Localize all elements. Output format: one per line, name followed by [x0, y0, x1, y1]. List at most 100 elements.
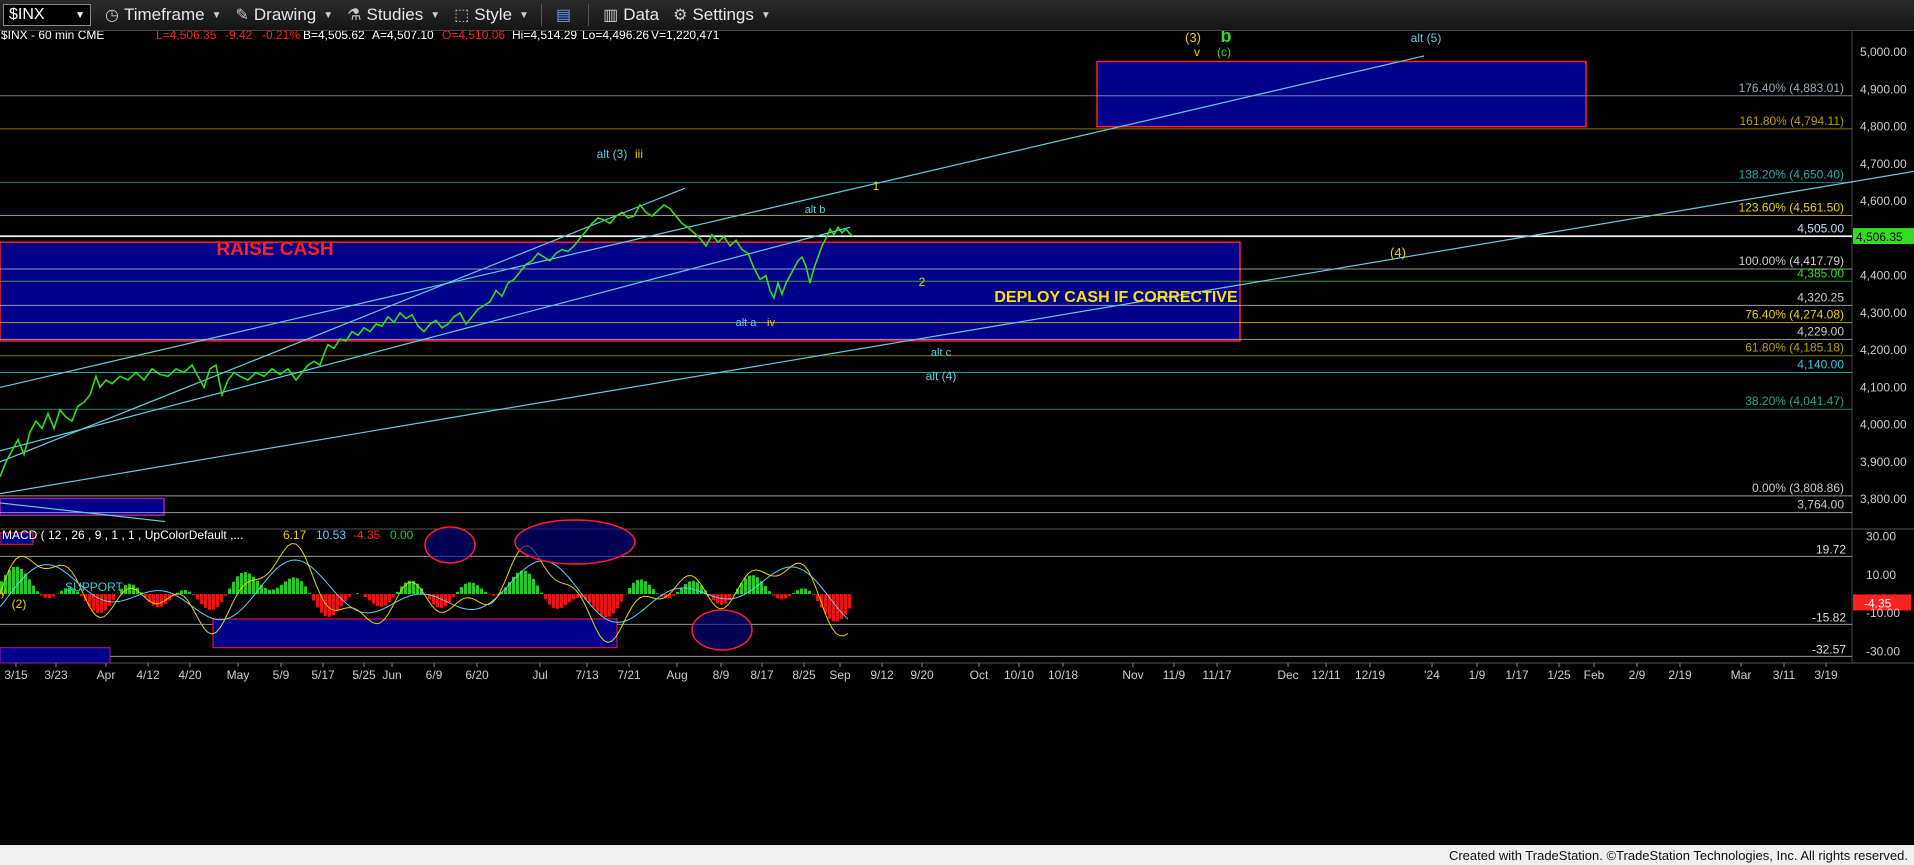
style-icon: ⬚ — [454, 7, 470, 24]
macd-histogram-bar — [328, 594, 331, 617]
data-menu[interactable]: ▥ Data — [603, 5, 659, 25]
macd-histogram-bar — [200, 594, 203, 605]
x-tick-label: Mar — [1731, 668, 1752, 682]
macd-histogram-bar — [188, 591, 191, 595]
level-label: 123.60% (4,561.50) — [1739, 201, 1844, 215]
header-field: V=1,220,471 — [651, 31, 720, 42]
macd-level-label: -32.57 — [1812, 642, 1846, 656]
macd-histogram-bar — [752, 575, 755, 595]
macd-histogram-bar — [380, 594, 383, 607]
macd-histogram-bar — [112, 594, 115, 601]
macd-histogram-bar — [100, 594, 103, 613]
chevron-down-icon: ▼ — [75, 9, 85, 21]
x-tick-label: Aug — [666, 668, 687, 682]
macd-histogram-bar — [384, 594, 387, 606]
x-tick-label: 9/12 — [870, 668, 894, 682]
price-chart[interactable]: 176.40% (4,883.01)161.80% (4,794.11)138.… — [0, 31, 1914, 846]
macd-histogram-bar — [800, 588, 803, 595]
timeframe-menu[interactable]: ◷ Timeframe ▼ — [105, 5, 221, 25]
macd-histogram-bar — [252, 576, 255, 595]
settings-label: Settings — [692, 5, 754, 24]
target-zone-box — [1096, 60, 1587, 128]
macd-box — [212, 618, 618, 649]
drawing-menu[interactable]: ✎ Drawing ▼ — [235, 5, 333, 25]
macd-histogram-bar — [44, 594, 47, 598]
macd-histogram-bar — [848, 594, 851, 609]
macd-histogram-bar — [284, 581, 287, 595]
chevron-down-icon: ▼ — [760, 9, 771, 21]
x-tick-label: Apr — [97, 668, 116, 682]
settings-menu[interactable]: ⚙ Settings ▼ — [673, 5, 771, 25]
layout-button[interactable]: ▤ — [556, 5, 576, 25]
toolbar-divider — [540, 4, 542, 26]
macd-histogram-bar — [40, 594, 43, 596]
macd-histogram-bar — [356, 593, 359, 595]
style-menu[interactable]: ⬚ Style ▼ — [454, 5, 529, 25]
macd-histogram-bar — [232, 581, 235, 595]
macd-histogram-bar — [480, 588, 483, 595]
macd-histogram-bar — [152, 594, 155, 606]
macd-histogram-bar — [604, 594, 607, 618]
macd-histogram-bar — [784, 594, 787, 599]
x-tick-label: 10/18 — [1048, 668, 1078, 682]
x-tick-label: 4/20 — [178, 668, 202, 682]
macd-histogram-bar — [220, 594, 223, 603]
y-tick-label: 4,800.00 — [1860, 120, 1907, 134]
chart-toolbar: $INX ▼ ◷ Timeframe ▼ ✎ Drawing ▼ ⚗ Studi… — [0, 0, 1914, 31]
header-field: $INX - 60 min CME — [1, 31, 104, 42]
studies-menu[interactable]: ⚗ Studies ▼ — [347, 5, 440, 25]
macd-box — [0, 647, 111, 664]
macd-histogram-bar — [548, 594, 551, 605]
macd-histogram-bar — [368, 594, 371, 601]
macd-histogram-bar — [812, 594, 815, 596]
macd-histogram-bar — [536, 585, 539, 595]
gear-icon: ⚙ — [673, 7, 688, 24]
macd-histogram-bar — [576, 594, 579, 598]
macd-histogram-bar — [600, 594, 603, 616]
macd-histogram-bar — [524, 570, 527, 595]
level-label: 4,320.25 — [1797, 290, 1844, 304]
macd-histogram-bar — [452, 594, 455, 598]
macd-histogram-bar — [276, 587, 279, 595]
macd-histogram-bar — [768, 591, 771, 595]
macd-histogram-bar — [48, 594, 51, 599]
macd-histogram-bar — [28, 579, 31, 595]
wave-annotation: alt (5) — [1411, 31, 1442, 45]
macd-histogram-bar — [568, 594, 571, 603]
macd-histogram-bar — [104, 594, 107, 611]
macd-histogram-bar — [60, 590, 63, 595]
macd-y-tick-label: 30.00 — [1866, 530, 1896, 544]
macd-histogram-bar — [556, 594, 559, 609]
x-tick-label: Jul — [532, 668, 547, 682]
macd-histogram-bar — [772, 594, 775, 596]
macd-histogram-bar — [156, 594, 159, 608]
macd-histogram-bar — [720, 594, 723, 605]
wave-annotation: y — [0, 587, 6, 599]
macd-ellipse — [424, 526, 476, 564]
y-tick-label: 3,900.00 — [1860, 455, 1907, 469]
x-tick-label: 11/17 — [1202, 668, 1231, 682]
macd-histogram-bar — [484, 591, 487, 595]
toolbar-divider — [588, 4, 590, 26]
x-tick-label: 12/19 — [1355, 668, 1385, 682]
macd-histogram-bar — [268, 589, 271, 595]
wave-annotation: alt (4) — [926, 369, 957, 383]
x-tick-label: 5/17 — [311, 668, 335, 682]
macd-histogram-bar — [476, 585, 479, 595]
macd-histogram-bar — [204, 594, 207, 608]
macd-histogram-bar — [288, 578, 291, 595]
macd-histogram-bar — [396, 591, 399, 595]
macd-histogram-bar — [32, 585, 35, 595]
header-field: Hi=4,514.29 — [512, 31, 577, 42]
macd-histogram-bar — [648, 584, 651, 595]
y-tick-label: 5,000.00 — [1860, 45, 1907, 59]
wave-annotation: (4) — [1390, 245, 1406, 260]
macd-histogram-bar — [776, 594, 779, 599]
level-label: 0.00% (3,808.86) — [1752, 481, 1844, 495]
x-tick-label: '24 — [1424, 668, 1440, 682]
flask-icon: ⚗ — [347, 7, 362, 24]
symbol-input[interactable]: $INX ▼ — [3, 4, 91, 26]
wave-annotation: RAISE CASH — [216, 239, 333, 260]
macd-histogram-bar — [364, 594, 367, 597]
macd-histogram-bar — [636, 579, 639, 595]
